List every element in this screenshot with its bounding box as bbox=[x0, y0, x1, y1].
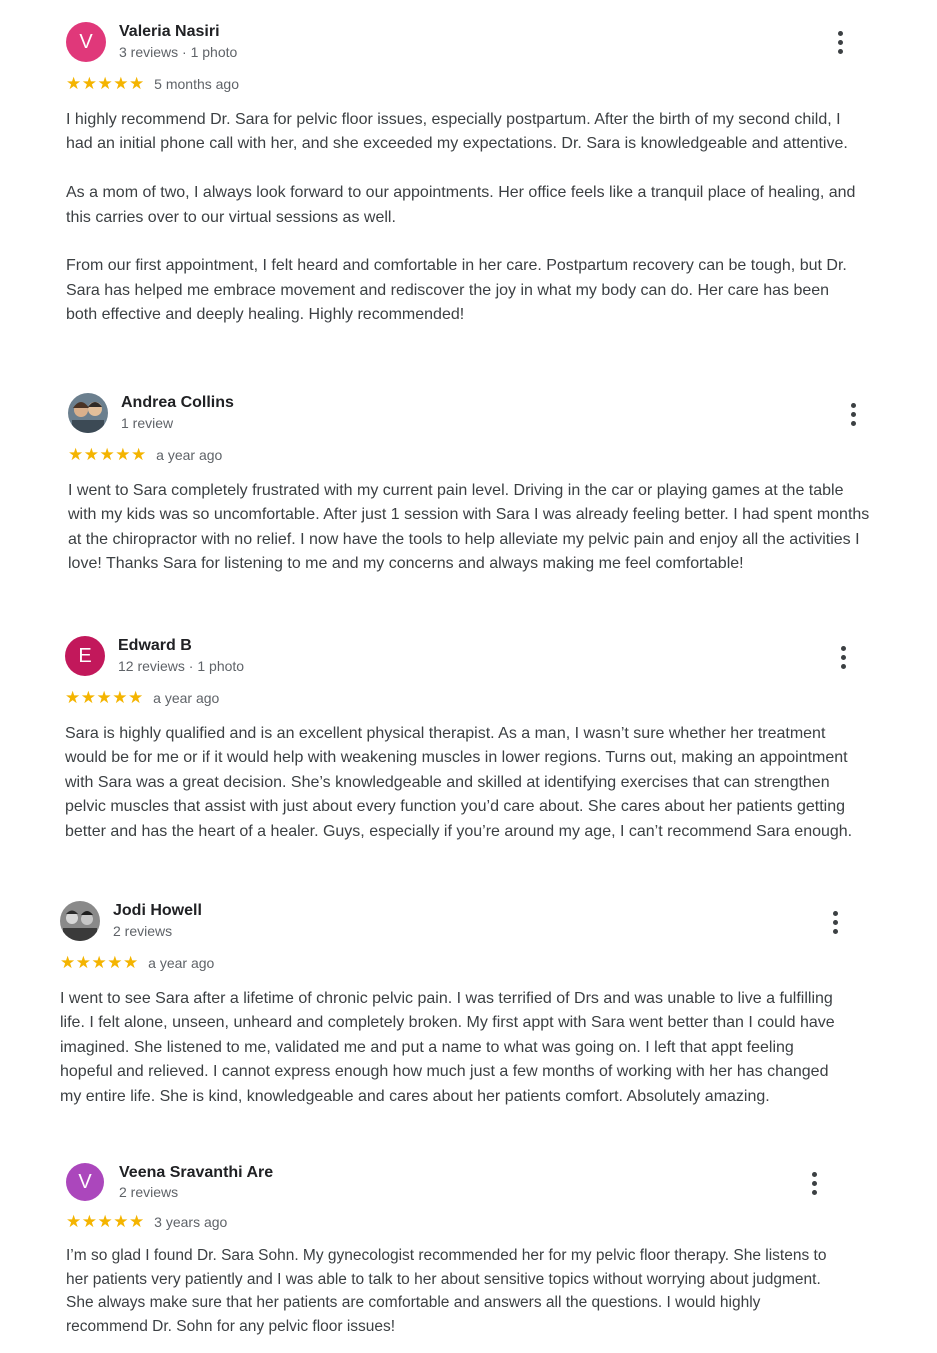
rating-row: ★★★★★ a year ago bbox=[60, 953, 840, 975]
review-time: a year ago bbox=[156, 447, 223, 463]
review-time: a year ago bbox=[153, 690, 220, 706]
more-options-icon[interactable] bbox=[828, 27, 852, 57]
review-header: Andrea Collins 1 review bbox=[68, 393, 873, 435]
star-rating: ★★★★★ bbox=[60, 953, 139, 972]
review-paragraph: I highly recommend Dr. Sara for pelvic f… bbox=[66, 111, 848, 153]
avatar[interactable]: E bbox=[65, 636, 105, 676]
avatar[interactable]: V bbox=[66, 22, 106, 62]
review-paragraph: As a mom of two, I always look forward t… bbox=[66, 184, 856, 226]
more-options-icon[interactable] bbox=[802, 1168, 826, 1198]
reviewer-name[interactable]: Veena Sravanthi Are bbox=[119, 1164, 273, 1182]
review-time: 3 years ago bbox=[154, 1214, 228, 1230]
rating-row: ★★★★★ a year ago bbox=[68, 445, 873, 467]
review-text: I’m so glad I found Dr. Sara Sohn. My gy… bbox=[66, 1244, 836, 1338]
review-card: E Edward B 12 reviews · 1 photo ★★★★★ a … bbox=[65, 636, 865, 844]
review-card: V Veena Sravanthi Are 2 reviews ★★★★★ 3 … bbox=[66, 1163, 836, 1338]
star-rating: ★★★★★ bbox=[65, 688, 144, 707]
reviewer-meta: 2 reviews bbox=[119, 1184, 179, 1200]
review-card: V Valeria Nasiri 3 reviews · 1 photo ★★★… bbox=[66, 22, 856, 328]
reviewer-meta: 3 reviews · 1 photo bbox=[119, 44, 238, 60]
review-text: I went to see Sara after a lifetime of c… bbox=[60, 987, 840, 1109]
reviewer-meta: 2 reviews bbox=[113, 923, 173, 939]
review-text: I highly recommend Dr. Sara for pelvic f… bbox=[66, 108, 856, 328]
review-header: E Edward B 12 reviews · 1 photo bbox=[65, 636, 865, 678]
rating-row: ★★★★★ 3 years ago bbox=[66, 1212, 836, 1234]
profile-photo-icon bbox=[68, 393, 108, 433]
review-paragraph: From our first appointment, I felt heard… bbox=[66, 257, 847, 324]
star-rating: ★★★★★ bbox=[66, 74, 145, 93]
review-text: I went to Sara completely frustrated wit… bbox=[68, 479, 873, 577]
review-header: V Veena Sravanthi Are 2 reviews bbox=[66, 1163, 836, 1205]
review-paragraph: I went to Sara completely frustrated wit… bbox=[68, 482, 870, 573]
star-rating: ★★★★★ bbox=[66, 1212, 145, 1231]
review-time: 5 months ago bbox=[154, 76, 239, 92]
review-card: Jodi Howell 2 reviews ★★★★★ a year ago I… bbox=[60, 901, 840, 1109]
more-options-icon[interactable] bbox=[823, 907, 847, 937]
reviewer-name[interactable]: Andrea Collins bbox=[121, 394, 234, 412]
review-header: V Valeria Nasiri 3 reviews · 1 photo bbox=[66, 22, 856, 64]
avatar[interactable] bbox=[60, 901, 100, 941]
review-time: a year ago bbox=[148, 955, 215, 971]
more-options-icon[interactable] bbox=[841, 399, 865, 429]
more-options-icon[interactable] bbox=[831, 642, 855, 672]
profile-photo-icon bbox=[60, 901, 100, 941]
reviewer-name[interactable]: Valeria Nasiri bbox=[119, 23, 220, 41]
reviewer-name[interactable]: Jodi Howell bbox=[113, 902, 202, 920]
review-paragraph: I went to see Sara after a lifetime of c… bbox=[60, 990, 835, 1105]
review-card: Andrea Collins 1 review ★★★★★ a year ago… bbox=[68, 393, 873, 577]
reviewer-meta: 12 reviews · 1 photo bbox=[118, 658, 245, 674]
avatar[interactable]: V bbox=[66, 1163, 104, 1201]
reviewer-name[interactable]: Edward B bbox=[118, 637, 192, 655]
rating-row: ★★★★★ 5 months ago bbox=[66, 74, 856, 96]
avatar[interactable] bbox=[68, 393, 108, 433]
rating-row: ★★★★★ a year ago bbox=[65, 688, 865, 710]
review-paragraph: I’m so glad I found Dr. Sara Sohn. My gy… bbox=[66, 1247, 827, 1335]
review-header: Jodi Howell 2 reviews bbox=[60, 901, 840, 943]
reviewer-meta: 1 review bbox=[121, 415, 174, 431]
review-text: Sara is highly qualified and is an excel… bbox=[65, 722, 865, 844]
review-paragraph: Sara is highly qualified and is an excel… bbox=[65, 725, 853, 840]
star-rating: ★★★★★ bbox=[68, 445, 147, 464]
